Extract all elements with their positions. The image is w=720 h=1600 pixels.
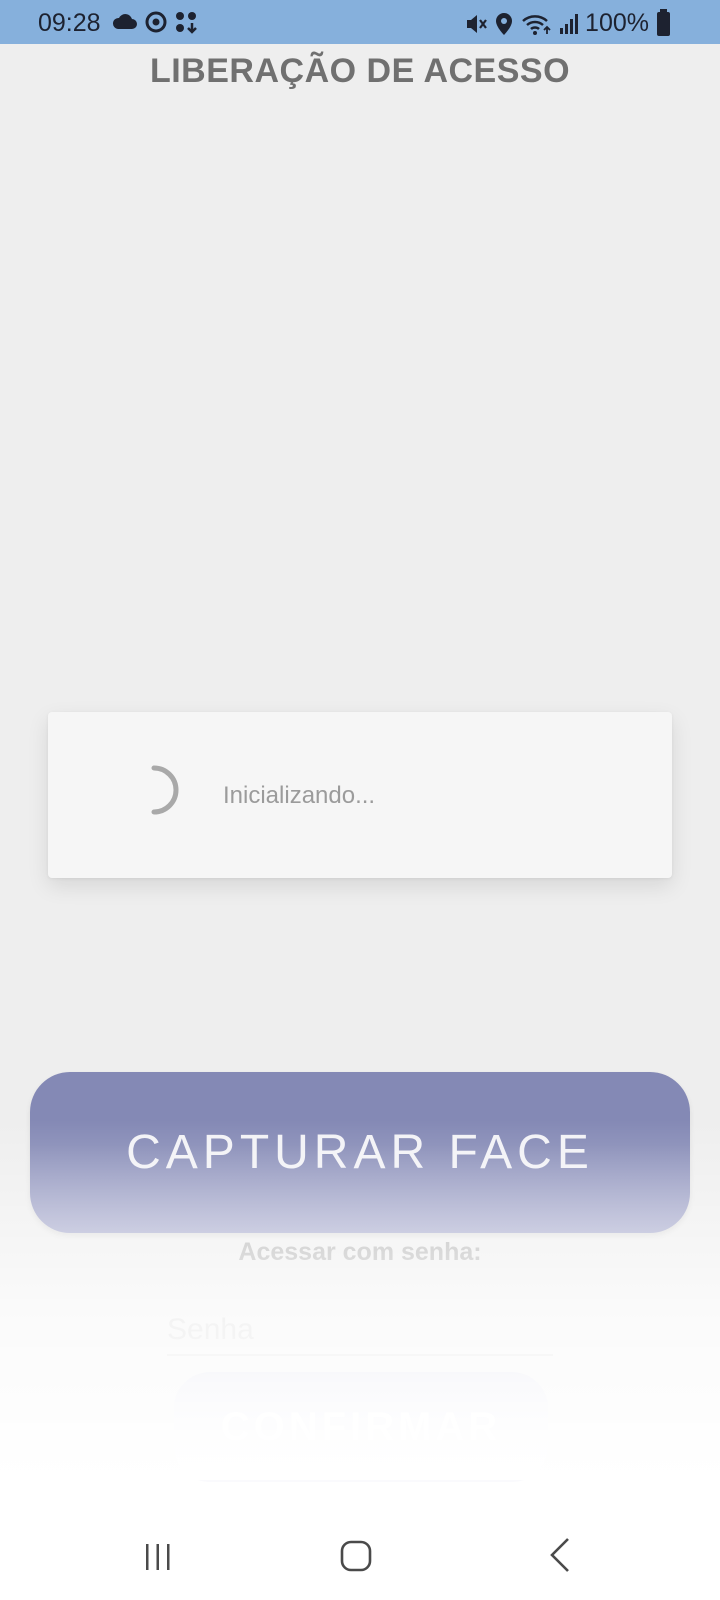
- battery-icon: [657, 8, 670, 36]
- password-input[interactable]: [167, 1306, 553, 1356]
- apps-icon: [176, 12, 197, 34]
- battery-percent: 100%: [585, 9, 649, 37]
- page-title: LIBERAÇÃO DE ACESSO: [149, 52, 571, 90]
- location-icon: [496, 12, 513, 35]
- cloud-icon: [112, 14, 137, 29]
- back-icon[interactable]: [548, 1536, 572, 1574]
- recents-icon[interactable]: [143, 1542, 173, 1572]
- status-bar: 09:28 100%: [0, 0, 720, 44]
- confirm-button[interactable]: CONFIRMAR: [174, 1372, 548, 1482]
- wifi-icon: [522, 14, 551, 35]
- status-right: 100%: [465, 8, 670, 38]
- capture-face-button[interactable]: CAPTURAR FACE: [30, 1072, 690, 1233]
- mute-icon: [467, 14, 487, 33]
- password-label: Acessar com senha:: [238, 1238, 482, 1266]
- status-time: 09:28: [38, 9, 101, 37]
- loading-message: Inicializando...: [223, 782, 376, 809]
- status-left-icons: [112, 10, 198, 34]
- sync-icon: [145, 11, 167, 33]
- signal-icon: [560, 13, 579, 34]
- loading-dialog: Inicializando...: [48, 712, 672, 878]
- status-right-icons: [465, 12, 579, 36]
- spinner-icon: [151, 765, 179, 815]
- home-icon[interactable]: [340, 1540, 372, 1572]
- navigation-bar: [0, 1520, 720, 1590]
